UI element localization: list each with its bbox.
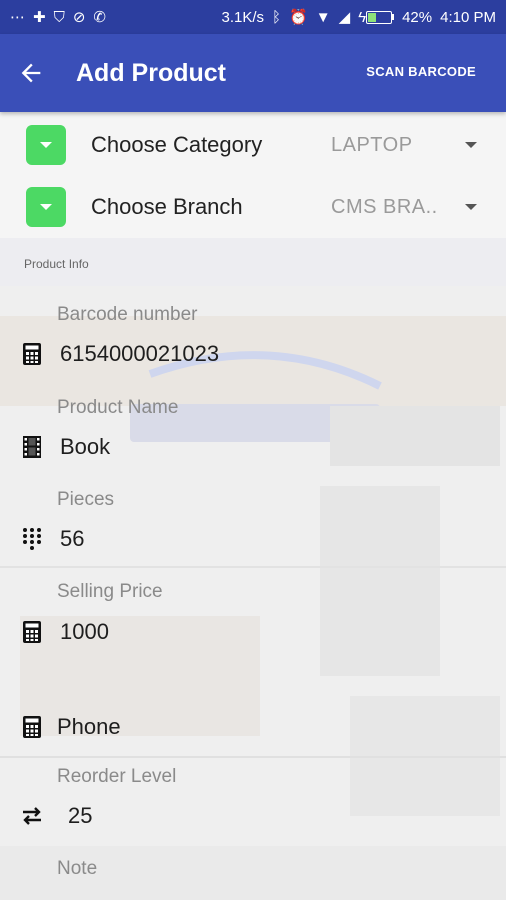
whatsapp-icon: ✆ [93, 8, 106, 26]
page-title: Add Product [76, 58, 226, 87]
category-label: Choose Category [91, 132, 263, 157]
note-label: Note [57, 858, 98, 879]
category-dropdown-icon[interactable] [26, 125, 66, 165]
category-selector[interactable]: Choose Category LAPTOP [0, 114, 506, 176]
chevron-down-icon[interactable] [465, 204, 477, 210]
phone-field[interactable]: Phone [0, 707, 506, 747]
chevron-down-icon[interactable] [465, 142, 477, 148]
pieces-label: Pieces [57, 489, 115, 510]
battery-fill [368, 12, 377, 22]
selectors-panel: Choose Category LAPTOP Choose Branch CMS… [0, 112, 506, 238]
reorder-level-input[interactable]: 25 [68, 803, 92, 829]
barcode-field[interactable]: 6154000021023 [0, 334, 506, 374]
swap-arrows-icon [23, 807, 41, 825]
pieces-input[interactable]: 56 [60, 526, 84, 552]
bluetooth-icon: ᛒ [272, 8, 282, 26]
selling-price-input[interactable]: 1000 [60, 619, 109, 645]
charging-icon: ϟ [358, 8, 367, 26]
status-right: 3.1K/s ᛒ ⏰ ▼ ◢ ϟ 42% 4:10 PM [222, 9, 497, 26]
status-bar: ⋯ ✚ ⛉ ⊘ ✆ 3.1K/s ᛒ ⏰ ▼ ◢ ϟ 42% 4:10 PM [0, 0, 506, 34]
reorder-level-field[interactable]: 25 [0, 796, 506, 836]
section-header: Product Info [0, 238, 506, 286]
battery-percent: 42% [402, 8, 433, 26]
pieces-field[interactable]: 56 [0, 519, 506, 559]
battery-tip [392, 14, 395, 20]
clock: 4:10 PM [440, 8, 496, 26]
category-value[interactable]: LAPTOP [331, 134, 413, 157]
calculator-icon [23, 716, 41, 738]
product-name-label: Product Name [57, 397, 179, 418]
section-title: Product Info [24, 257, 89, 271]
selling-price-field[interactable]: 1000 [0, 612, 506, 652]
reorder-level-label: Reorder Level [57, 766, 177, 787]
film-icon [23, 436, 41, 458]
barcode-label: Barcode number [57, 304, 198, 325]
wifi-icon: ▼ [315, 8, 331, 26]
status-left: ⋯ ✚ ⛉ ⊘ ✆ [10, 10, 106, 25]
product-name-field[interactable]: Book [0, 427, 506, 467]
product-name-input[interactable]: Book [60, 434, 110, 460]
alarm-icon: ⏰ [289, 8, 308, 26]
link-icon: ⊘ [72, 8, 86, 26]
battery-icon: ϟ [358, 8, 395, 26]
back-button[interactable] [0, 34, 62, 112]
app-bar: Add Product SCAN BARCODE [0, 34, 506, 112]
branch-label: Choose Branch [91, 194, 243, 219]
selling-price-label: Selling Price [57, 581, 163, 602]
product-form: Barcode number 6154000021023 Product Nam… [0, 286, 506, 900]
battery-cell [366, 10, 393, 24]
barcode-input[interactable]: 6154000021023 [60, 341, 219, 367]
phone-input[interactable]: Phone [57, 714, 121, 740]
dialpad-icon [23, 528, 41, 550]
branch-dropdown-icon[interactable] [26, 187, 66, 227]
more-icon: ⋯ [10, 8, 25, 26]
branch-selector[interactable]: Choose Branch CMS BRA.. [0, 176, 506, 238]
calculator-icon [23, 343, 41, 365]
shield-icon: ⛉ [53, 8, 65, 26]
net-speed: 3.1K/s [221, 8, 265, 26]
scan-barcode-button[interactable]: SCAN BARCODE [366, 64, 476, 79]
add-icon: ✚ [33, 8, 46, 26]
back-arrow-icon [21, 63, 41, 83]
branch-value[interactable]: CMS BRA.. [331, 196, 438, 219]
signal-icon: ◢ [338, 8, 351, 26]
calculator-icon [23, 621, 41, 643]
